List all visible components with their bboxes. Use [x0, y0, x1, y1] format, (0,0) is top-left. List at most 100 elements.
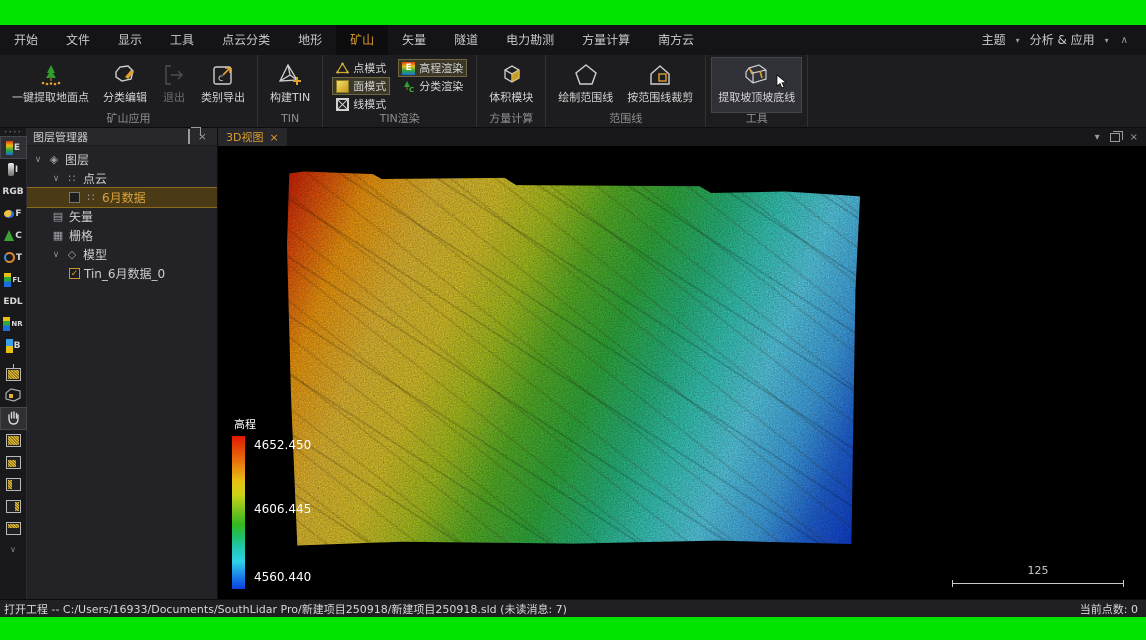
toolbar-grip[interactable]: ••••	[4, 130, 22, 136]
blend-render-tool[interactable]: B	[1, 335, 26, 356]
analysis-apps-dropdown[interactable]: 分析 & 应用	[1024, 25, 1101, 55]
returns-render-tool[interactable]: NR	[1, 313, 26, 334]
menu-mine[interactable]: 矿山	[336, 25, 388, 55]
button-label: 一键提取地面点	[12, 89, 89, 105]
pick-tool[interactable]	[1, 364, 26, 385]
tree-node-raster[interactable]: ▦ 栅格	[27, 226, 217, 245]
menu-vector[interactable]: 矢量	[388, 25, 440, 55]
node-label: 模型	[83, 246, 107, 263]
class-render-button[interactable]: C 分类渲染	[399, 78, 466, 94]
pentagon-icon	[573, 61, 599, 89]
menu-volume-calc[interactable]: 方量计算	[568, 25, 644, 55]
ribbon-group-volume-calc: 体积模块 方量计算	[477, 55, 546, 127]
button-label: 点模式	[353, 60, 386, 76]
top-view-tool[interactable]	[1, 518, 26, 539]
tab-3d-view[interactable]: 3D视图 ×	[218, 128, 287, 146]
expander-icon[interactable]: ∨	[51, 174, 61, 184]
intensity-render-tool[interactable]: I	[1, 159, 26, 180]
classification-render-tool[interactable]: C	[1, 225, 26, 246]
full-view-tool[interactable]	[1, 430, 26, 451]
point-cloud-icon: ∷	[84, 191, 98, 204]
menu-file[interactable]: 文件	[52, 25, 104, 55]
pan-tool[interactable]	[1, 408, 26, 429]
elevation-render-button[interactable]: E 高程渲染	[399, 60, 466, 76]
tree-node-model[interactable]: ∨ ◇ 模型	[27, 245, 217, 264]
status-message: 打开工程 -- C:/Users/16933/Documents/SouthLi…	[4, 601, 1080, 617]
rgb-render-tool[interactable]: RGB	[1, 181, 26, 202]
float-panel-icon[interactable]	[184, 130, 194, 143]
expander-icon[interactable]: ∨	[33, 155, 43, 165]
tool-label: I	[15, 165, 18, 175]
float-view-icon[interactable]	[1110, 133, 1120, 142]
tool-label: RGB	[2, 187, 23, 197]
flight-render-tool[interactable]: F	[1, 203, 26, 224]
line-mode-button[interactable]: 线模式	[333, 96, 389, 112]
app-window: 开始 文件 显示 工具 点云分类 地形 矿山 矢量 隧道 电力勘测 方量计算 南…	[0, 25, 1146, 617]
elevation-render-tool[interactable]: E	[1, 137, 26, 158]
menu-south-cloud[interactable]: 南方云	[644, 25, 708, 55]
ribbon-group-tin-render: 点模式 面模式 线模式	[323, 55, 477, 127]
menu-power-survey[interactable]: 电力勘测	[492, 25, 568, 55]
menu-tunnel[interactable]: 隧道	[440, 25, 492, 55]
render-canvas-3d[interactable]: 高程 4652.450 4606.445 4560.440 125	[218, 146, 1146, 599]
collapse-ribbon-button[interactable]: ∧	[1113, 35, 1136, 46]
theme-dropdown[interactable]: 主题	[976, 25, 1012, 55]
tree-node-tin-june[interactable]: ✓ Tin_6月数据_0	[27, 264, 217, 283]
tree-node-vector[interactable]: ▤ 矢量	[27, 207, 217, 226]
menu-terrain[interactable]: 地形	[284, 25, 336, 55]
chevron-down-icon: ▾	[1016, 36, 1020, 45]
extract-slope-lines-button[interactable]: 提取坡顶坡底线	[712, 58, 801, 112]
flight-line-render-tool[interactable]: FL	[1, 269, 26, 290]
view-dropdown-icon[interactable]: ▾	[1095, 132, 1100, 143]
slice-tool[interactable]	[1, 386, 26, 407]
tool-label: F	[15, 209, 21, 219]
point-mode-button[interactable]: 点模式	[333, 60, 389, 76]
tree-node-june-data[interactable]: ∷ 6月数据	[27, 188, 217, 207]
tool-label: FL	[12, 276, 21, 284]
menu-pointcloud-classify[interactable]: 点云分类	[208, 25, 284, 55]
toolbar-overflow-chevron[interactable]: ∨	[10, 545, 16, 554]
export-icon: c	[210, 61, 236, 89]
current-point-count: 当前点数: 0	[1080, 601, 1138, 617]
edl-render-tool[interactable]: EDL	[1, 291, 26, 312]
left-view-tool[interactable]	[1, 474, 26, 495]
build-tin-button[interactable]: 构建TIN	[264, 58, 316, 112]
menu-display[interactable]: 显示	[104, 25, 156, 55]
menu-tools[interactable]: 工具	[156, 25, 208, 55]
face-mode-button[interactable]: 面模式	[333, 78, 389, 94]
class-render-icon: C	[402, 80, 415, 93]
tool-label: E	[14, 143, 20, 153]
tree-node-pointcloud[interactable]: ∨ ∷ 点云	[27, 169, 217, 188]
screen: 开始 文件 显示 工具 点云分类 地形 矿山 矢量 隧道 电力勘测 方量计算 南…	[0, 0, 1146, 640]
draw-boundary-button[interactable]: 绘制范围线	[552, 58, 619, 112]
extract-ground-points-button[interactable]: 一键提取地面点	[6, 58, 95, 112]
visibility-checkbox[interactable]	[69, 192, 80, 203]
expander-icon[interactable]: ∨	[51, 250, 61, 260]
menu-start[interactable]: 开始	[0, 25, 52, 55]
class-export-button[interactable]: c 类别导出	[195, 58, 251, 112]
node-label: 矢量	[69, 208, 93, 225]
polygon-pencil-icon	[112, 61, 138, 89]
gps-time-render-tool[interactable]: T	[1, 247, 26, 268]
front-view-tool[interactable]	[1, 452, 26, 473]
volume-module-button[interactable]: 体积模块	[483, 58, 539, 112]
raster-icon: ▦	[51, 229, 65, 242]
legend-value-min: 4560.440	[254, 570, 311, 584]
tree-node-layers[interactable]: ∨ ◈ 图层	[27, 150, 217, 169]
top-view-cube-icon	[6, 522, 21, 535]
tool-label: EDL	[3, 297, 22, 307]
tin-terrain-model[interactable]	[287, 170, 860, 547]
layer-manager-panel: 图层管理器 × ∨ ◈ 图层 ∨ ∷ 点云	[27, 128, 218, 599]
clip-by-boundary-button[interactable]: 按范围线裁剪	[621, 58, 699, 112]
close-view-icon[interactable]: ×	[1130, 132, 1138, 143]
point-mode-icon	[336, 62, 349, 75]
visibility-checkbox[interactable]: ✓	[69, 268, 80, 279]
layers-icon: ◈	[47, 153, 61, 166]
right-view-tool[interactable]	[1, 496, 26, 517]
view-tab-bar: 3D视图 × ▾ ×	[218, 128, 1146, 146]
scale-bar-line	[952, 580, 1124, 587]
classify-edit-button[interactable]: 分类编辑	[97, 58, 153, 112]
exit-button: 退出	[155, 58, 193, 112]
tab-close-icon[interactable]: ×	[269, 131, 278, 144]
button-label: 退出	[163, 89, 185, 105]
